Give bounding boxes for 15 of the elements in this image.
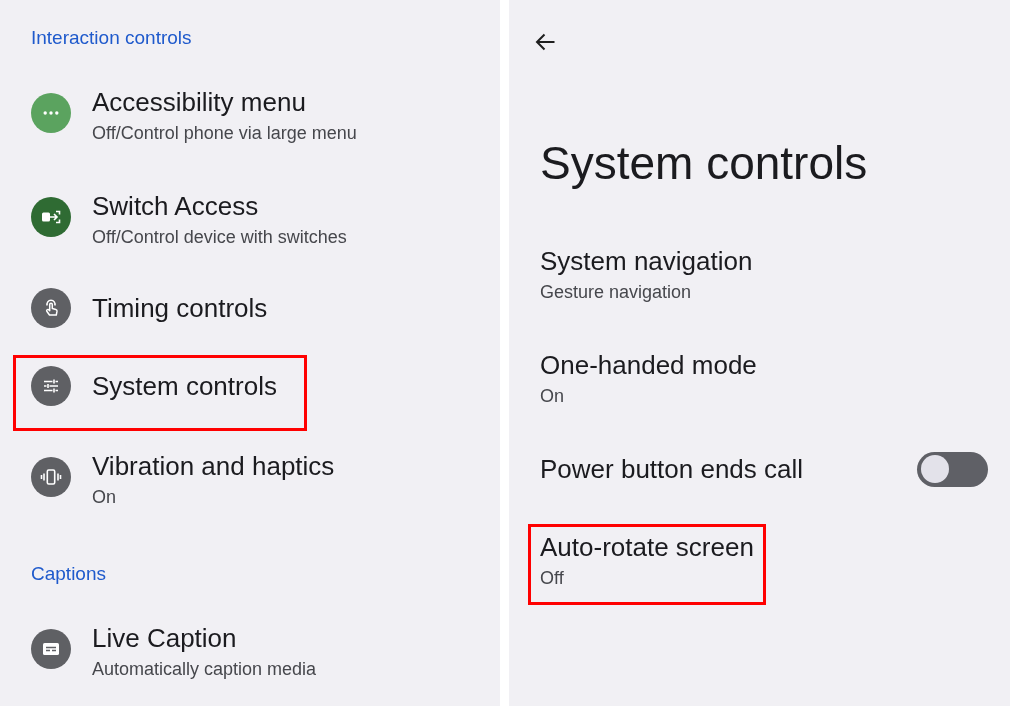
setting-item[interactable]: Switch Access Off/Control device with switches (31, 185, 347, 249)
setting-item[interactable]: Live Caption Automatically caption media (31, 617, 317, 681)
section-header: Captions (31, 563, 106, 584)
setting-item[interactable]: One-handed mode On (540, 348, 757, 408)
section-header: Interaction controls (31, 27, 192, 48)
setting-item[interactable]: Accessibility menu Off/Control phone via large menu (31, 81, 357, 145)
setting-item[interactable]: Auto-rotate screen Off (540, 530, 754, 590)
toggle-switch[interactable] (917, 451, 988, 487)
page-title: System controls (540, 136, 868, 190)
setting-item[interactable]: Timing controls (31, 288, 268, 328)
setting-item[interactable]: System controls (31, 366, 277, 406)
setting-label: Power button ends call (540, 453, 804, 485)
setting-item[interactable]: Vibration and haptics On (31, 445, 335, 509)
back-arrow-icon (535, 33, 555, 51)
setting-item[interactable]: System navigation Gesture navigation (540, 244, 753, 304)
